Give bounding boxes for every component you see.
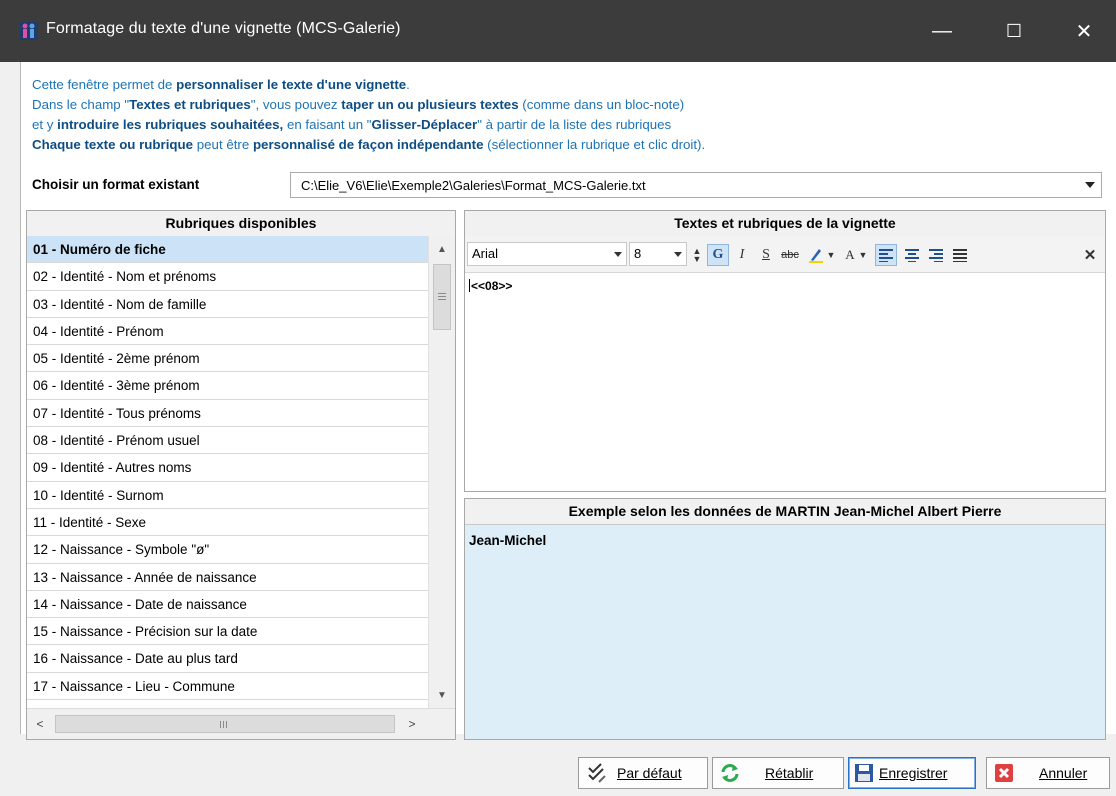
example-preview: Jean-Michel (469, 533, 547, 548)
cancel-x-icon (991, 760, 1017, 786)
vertical-scrollbar[interactable]: ▲ ▼ (428, 236, 455, 708)
list-item[interactable]: 12 - Naissance - Symbole "ø" (27, 536, 428, 564)
chevron-down-icon[interactable]: ▼ (857, 244, 869, 266)
list-item[interactable]: 04 - Identité - Prénom (27, 318, 428, 346)
rubriques-header: Rubriques disponibles (27, 211, 455, 237)
format-dropdown[interactable]: C:\Elie_V6\Elie\Exemple2\Galeries\Format… (290, 172, 1102, 198)
save-button[interactable]: Enregistrer (848, 757, 976, 789)
font-size-select[interactable]: 8 (629, 242, 687, 266)
example-header: Exemple selon les données de MARTIN Jean… (465, 499, 1105, 525)
list-item[interactable]: 08 - Identité - Prénom usuel (27, 427, 428, 455)
list-item[interactable]: 01 - Numéro de fiche (27, 236, 428, 264)
list-item[interactable]: 17 - Naissance - Lieu - Commune (27, 673, 428, 701)
cancel-button[interactable]: Annuler (986, 757, 1110, 789)
align-justify-icon[interactable] (949, 244, 971, 266)
scroll-left-icon[interactable]: < (31, 715, 49, 733)
refresh-icon (717, 760, 743, 786)
default-button[interactable]: Par défaut (578, 757, 708, 789)
close-icon[interactable]: ✕ (1054, 0, 1114, 62)
italic-button[interactable]: I (731, 244, 753, 266)
list-item[interactable]: 07 - Identité - Tous prénoms (27, 400, 428, 428)
maximize-icon[interactable]: ☐ (984, 0, 1044, 62)
rubriques-panel: Rubriques disponibles 01 - Numéro de fic… (26, 210, 456, 740)
example-panel: Exemple selon les données de MARTIN Jean… (464, 498, 1106, 740)
scroll-up-icon[interactable]: ▲ (432, 239, 452, 259)
chevron-down-icon (1085, 182, 1095, 188)
horizontal-scrollbar[interactable]: < > (27, 708, 455, 739)
restore-button[interactable]: Rétablir (712, 757, 844, 789)
list-item[interactable]: 15 - Naissance - Précision sur la date (27, 618, 428, 646)
list-item[interactable]: 02 - Identité - Nom et prénoms (27, 263, 428, 291)
bold-button[interactable]: G (707, 244, 729, 266)
list-item[interactable]: 06 - Identité - 3ème prénom (27, 372, 428, 400)
minimize-icon[interactable]: — (912, 0, 972, 62)
align-right-icon[interactable] (925, 244, 947, 266)
scroll-right-icon[interactable]: > (403, 715, 421, 733)
app-people-icon (20, 22, 38, 40)
size-spin-icon[interactable]: ▲ ▼ (690, 244, 704, 266)
editor-header: Textes et rubriques de la vignette (465, 211, 1105, 237)
align-center-icon[interactable] (901, 244, 923, 266)
editor-panel: Textes et rubriques de la vignette Arial… (464, 210, 1106, 492)
text-editor[interactable]: <<08>> (465, 273, 1105, 491)
editor-content: <<08>> (471, 279, 513, 293)
align-left-icon[interactable] (875, 244, 897, 266)
highlight-pen-icon[interactable] (805, 244, 827, 266)
window-title: Formatage du texte d'une vignette (MCS-G… (46, 20, 401, 37)
list-item[interactable]: 10 - Identité - Surnom (27, 482, 428, 509)
list-item[interactable]: 05 - Identité - 2ème prénom (27, 345, 428, 373)
chevron-down-icon (614, 252, 622, 257)
hscroll-thumb[interactable] (55, 715, 395, 733)
format-value: C:\Elie_V6\Elie\Exemple2\Galeries\Format… (301, 178, 646, 193)
clear-format-icon[interactable]: ✕ (1079, 244, 1101, 266)
strikethrough-button[interactable]: abc (779, 244, 801, 266)
rubriques-list[interactable]: 01 - Numéro de fiche 02 - Identité - Nom … (27, 236, 428, 708)
list-item[interactable]: 11 - Identité - Sexe (27, 509, 428, 537)
font-select[interactable]: Arial (467, 242, 627, 266)
chevron-down-icon[interactable]: ▼ (825, 244, 837, 266)
list-item[interactable]: 03 - Identité - Nom de famille (27, 291, 428, 318)
list-item[interactable]: 13 - Naissance - Année de naissance (27, 564, 428, 591)
title-bar: Formatage du texte d'une vignette (MCS-G… (0, 0, 1116, 62)
scroll-down-icon[interactable]: ▼ (432, 685, 452, 705)
scroll-thumb[interactable] (433, 264, 451, 330)
chevron-down-icon (674, 252, 682, 257)
checklist-icon (583, 760, 609, 786)
help-text: Cette fenêtre permet de personnaliser le… (32, 77, 706, 152)
list-item[interactable]: 14 - Naissance - Date de naissance (27, 591, 428, 619)
floppy-disk-icon (851, 760, 877, 786)
list-item[interactable]: 09 - Identité - Autres noms (27, 454, 428, 482)
list-item[interactable]: 18 - Naissance - Lieu - Code commune (27, 700, 428, 708)
underline-button[interactable]: S (755, 244, 777, 266)
right-panel: Textes et rubriques de la vignette Arial… (464, 210, 1106, 740)
format-label: Choisir un format existant (32, 177, 200, 192)
list-item[interactable]: 16 - Naissance - Date au plus tard (27, 645, 428, 673)
format-toolbar: Arial 8 ▲ ▼ G I S abc ▼ A ▼ ✕ (465, 236, 1105, 273)
